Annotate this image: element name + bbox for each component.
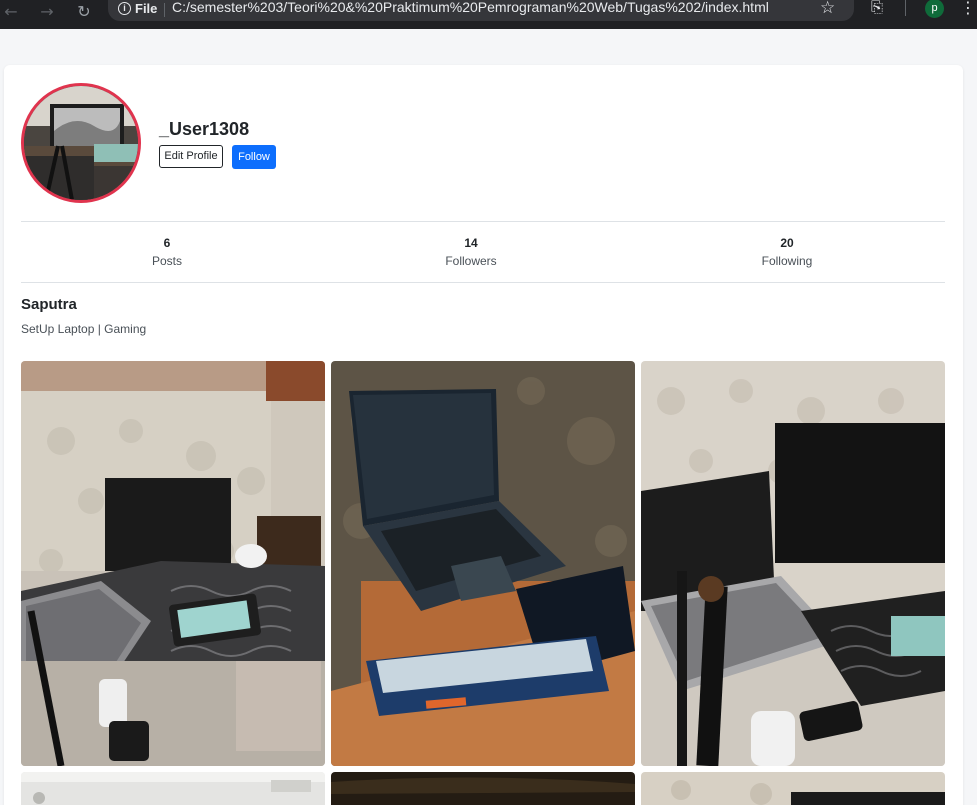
address-bar[interactable]: i File C:/semester%203/Teori%20&%20Prakt…	[108, 0, 854, 21]
post-photo-monitor-mic	[641, 361, 945, 766]
post-photo-wall	[641, 772, 945, 805]
post-tile-2[interactable]	[331, 361, 635, 766]
file-label: File	[135, 1, 158, 16]
post-photo-desk-setup	[21, 361, 325, 766]
post-photo-ceiling	[21, 772, 325, 805]
post-tile-1[interactable]	[21, 361, 325, 766]
back-arrow-icon[interactable]: ←	[0, 2, 22, 22]
browser-toolbar: ← → ↻ i File C:/semester%203/Teori%20&%2…	[0, 0, 977, 29]
post-photo-gaming-laptop	[331, 361, 635, 766]
stat-label: Following	[761, 254, 813, 268]
post-tile-6[interactable]	[641, 772, 945, 805]
stat-label: Posts	[151, 254, 182, 268]
browser-profile-avatar[interactable]: p	[925, 0, 944, 18]
reload-icon[interactable]: ↻	[73, 2, 95, 22]
post-tile-3[interactable]	[641, 361, 945, 766]
chip-divider	[164, 3, 165, 17]
stat-value: 6	[163, 236, 171, 250]
toolbar-divider	[905, 0, 906, 16]
profile-bio: SetUp Laptop | Gaming	[21, 322, 147, 336]
browser-menu-icon[interactable]: ⋮	[960, 0, 976, 17]
stat-posts[interactable]: 6 Posts	[97, 236, 237, 269]
stat-followers[interactable]: 14 Followers	[401, 236, 541, 269]
stat-label: Followers	[445, 254, 497, 268]
profile-full-name: Saputra	[21, 296, 77, 313]
bookmark-star-icon[interactable]: ☆	[820, 0, 835, 18]
divider-bottom	[21, 282, 945, 283]
avatar[interactable]	[21, 83, 141, 203]
divider-top	[21, 221, 945, 222]
stat-value: 20	[780, 236, 794, 250]
post-tile-5[interactable]	[331, 772, 635, 805]
edit-profile-button[interactable]: Edit Profile	[159, 145, 223, 168]
profile-username: _User1308	[159, 119, 250, 139]
avatar-photo	[24, 86, 138, 200]
url-text[interactable]: C:/semester%203/Teori%20&%20Praktimum%20…	[172, 0, 769, 15]
post-tile-4[interactable]	[21, 772, 325, 805]
info-icon: i	[118, 2, 131, 15]
follow-button[interactable]: Follow	[232, 145, 276, 169]
stat-following[interactable]: 20 Following	[717, 236, 857, 269]
site-info-chip[interactable]: i File	[118, 1, 157, 16]
forward-arrow-icon[interactable]: →	[36, 2, 58, 22]
extensions-icon[interactable]: ⎘	[871, 0, 889, 16]
stat-value: 14	[464, 236, 478, 250]
post-photo-dark	[331, 772, 635, 805]
